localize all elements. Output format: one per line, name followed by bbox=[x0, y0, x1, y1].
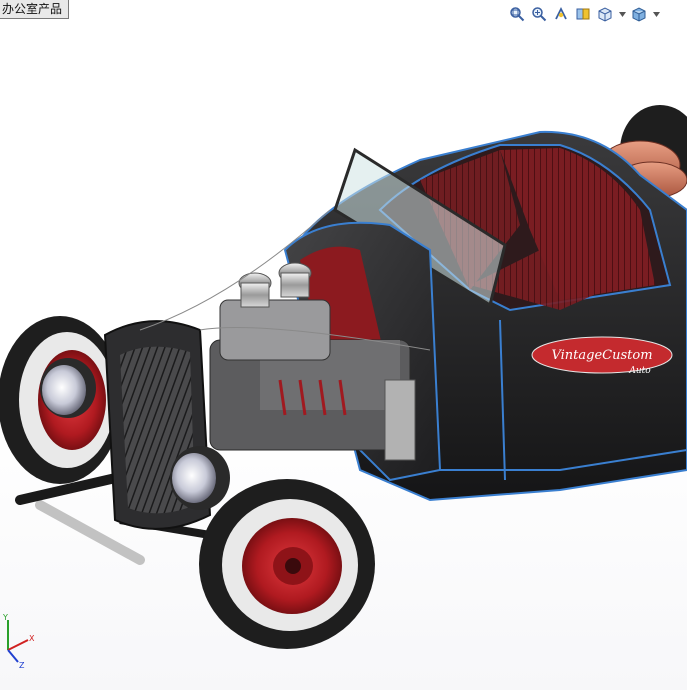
graphics-area[interactable]: VintageCustom Auto 办公室产品 Y X Z bbox=[0, 0, 687, 690]
reference-triad: Y X Z bbox=[2, 613, 35, 670]
svg-text:Auto: Auto bbox=[628, 366, 651, 376]
hot-rod-model[interactable]: VintageCustom Auto bbox=[0, 0, 687, 690]
previous-view-icon[interactable] bbox=[552, 5, 570, 23]
view-orientation-icon[interactable] bbox=[596, 5, 614, 23]
display-style-icon[interactable] bbox=[630, 5, 648, 23]
document-title-tag: 办公室产品 bbox=[0, 0, 70, 19]
triad-y-label: Y bbox=[2, 613, 8, 622]
view-orientation-dropdown-icon[interactable] bbox=[618, 5, 626, 23]
zoom-to-area-icon[interactable] bbox=[530, 5, 548, 23]
section-view-icon[interactable] bbox=[574, 5, 592, 23]
display-style-dropdown-icon[interactable] bbox=[652, 5, 660, 23]
triad-z-label: Z bbox=[19, 661, 25, 670]
svg-text:VintageCustom: VintageCustom bbox=[551, 348, 652, 363]
triad-x-label: X bbox=[29, 634, 35, 643]
heads-up-view-toolbar bbox=[508, 4, 660, 24]
zoom-to-fit-icon[interactable] bbox=[508, 5, 526, 23]
front-right-wheel bbox=[199, 479, 375, 649]
